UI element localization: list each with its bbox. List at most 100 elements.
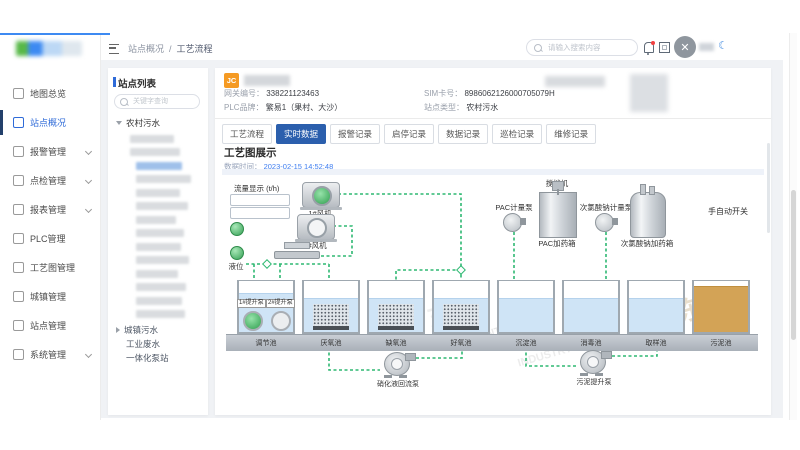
global-search-input[interactable] [546,42,620,53]
tree-root-label: 农村污水 [126,117,160,129]
reflux-pump-label: 硝化液回流泵 [362,379,434,389]
caret-right-icon [116,327,120,333]
tree-node-rural-sewage[interactable]: 农村污水 [116,117,160,129]
sidebar-menu-item[interactable]: 城镇管理 [0,282,100,311]
global-search[interactable] [526,39,638,56]
tab[interactable]: 巡检记录 [492,124,542,144]
user-avatar[interactable]: ✕ [674,36,696,58]
site-tree-item-redacted[interactable] [108,186,208,200]
sidebar-menu-item[interactable]: 站点概况 [0,108,100,137]
breadcrumb: 站点概况 / 工艺流程 [109,42,213,55]
lift-pump1-label: 1#提升泵 [237,299,266,308]
menu-icon [13,320,24,331]
tree-node-town-sewage[interactable]: 城镇污水 [116,324,208,336]
site-tree-item-redacted[interactable] [108,281,208,295]
notification-badge [651,41,655,45]
sidebar-menu-item[interactable]: 报警管理 [0,137,100,166]
site-tree-item-redacted[interactable] [108,294,208,308]
menu-item-label: 站点概况 [30,116,66,129]
collapse-sidebar-icon[interactable] [109,44,119,54]
tab[interactable]: 启停记录 [384,124,434,144]
level-label: 液位 [224,261,248,272]
fullscreen-icon[interactable] [659,42,670,53]
menu-icon [13,117,24,128]
tank-label: 取样池 [623,338,689,348]
chevron-down-icon [85,177,92,184]
sidebar-menu-item[interactable]: 系统管理 [0,340,100,369]
tank-label: 消毒池 [558,338,624,348]
gateway-field: 网关编号： 338221123463 [224,88,319,99]
tab-label: 报警记录 [338,129,372,139]
tab[interactable]: 工艺流程 [222,124,272,144]
sidebar-menu-item[interactable]: 点检管理 [0,166,100,195]
search-icon [534,44,542,52]
site-tree-item-redacted[interactable] [108,132,208,146]
sludge-pump-label: 污泥提升泵 [558,377,630,387]
menu-item-label: PLC管理 [30,232,66,245]
site-tree-item-redacted[interactable] [108,213,208,227]
aeration-diffuser [378,304,414,330]
sidebar-menu-item[interactable]: 工艺图管理 [0,253,100,282]
tank-label: 好氧池 [428,338,494,348]
tab-label: 维修记录 [554,129,588,139]
tree-label: 一体化泵站 [126,353,169,363]
gateway-label: 网关编号： [224,89,264,98]
type-field: 站点类型： 农村污水 [424,102,498,113]
water-fill [629,298,683,332]
notification-bell-icon[interactable] [644,42,654,53]
sludge-lift-pump [576,350,612,376]
sidebar-menu-item[interactable]: 报表管理 [0,195,100,224]
tab[interactable]: 维修记录 [546,124,596,144]
treatment-tanks: 调节池 厌氧池 缺氧池 [237,280,750,334]
hand-auto-switch-label: 手自动开关 [700,206,756,217]
tank-label: 沉淀池 [493,338,559,348]
treatment-tank: 好氧池 [432,280,490,334]
site-tree-item-redacted[interactable] [108,146,208,160]
card-scrollbar-thumb[interactable] [767,143,770,233]
station-name-redacted [244,75,290,86]
site-tree-item-redacted[interactable] [108,159,208,173]
site-tree-item-redacted[interactable] [108,267,208,281]
tab[interactable]: 数据记录 [438,124,488,144]
site-tree-item-redacted[interactable] [108,173,208,187]
menu-icon [13,262,24,273]
site-list-panel: 站点列表 农村污水 城镇污水 工业废水 一体化泵站 [108,68,208,415]
tree-label: 工业废水 [126,339,160,349]
site-tree-item-redacted[interactable] [108,200,208,214]
breadcrumb-separator: / [169,44,172,54]
tree-node-pump-station[interactable]: 一体化泵站 [116,352,218,364]
lift-pump2-label: 2#提升泵 [266,299,295,308]
reflux-pump [380,352,416,378]
tab[interactable]: 报警记录 [330,124,380,144]
sidebar-menu-item[interactable]: 站点管理 [0,311,100,340]
sidebar-menu-item[interactable]: PLC管理 [0,224,100,253]
menu-item-label: 点检管理 [30,174,66,187]
menu-item-label: 报表管理 [30,203,66,216]
breadcrumb-root[interactable]: 站点概况 [128,42,164,55]
tree-node-industrial[interactable]: 工业废水 [116,338,218,350]
site-tree-item-redacted[interactable] [108,254,208,268]
header-redacted-text [545,76,605,87]
dark-mode-moon-icon[interactable]: ☾ [718,39,728,52]
sidebar: 地图总览 站点概况 报警管理 点检管理 [0,35,101,420]
tab[interactable]: 实时数据 [276,124,326,144]
page-scrollbar-thumb[interactable] [791,190,796,340]
site-tree-item-redacted[interactable] [108,308,208,322]
menu-icon [13,175,24,186]
menu-item-label: 站点管理 [30,319,66,332]
site-tree-item-redacted[interactable] [108,227,208,241]
lift-pump-2 [271,311,291,331]
site-search-input[interactable] [131,97,195,106]
treatment-tank: 沉淀池 [497,280,555,334]
tab-label: 工艺流程 [230,129,264,139]
status-light-flow [230,222,244,236]
site-tree-item-redacted[interactable] [108,240,208,254]
tab-label: 数据记录 [446,129,480,139]
menu-icon [13,233,24,244]
site-search[interactable] [114,94,200,109]
sidebar-menu-item[interactable]: 地图总览 [0,79,100,108]
tank-label: 厌氧池 [298,338,364,348]
caret-down-icon [116,121,122,125]
flow-display-label: 流量显示 (t/h) [234,183,279,194]
topbar: 站点概况 / 工艺流程 ✕ ☾ [101,35,790,60]
